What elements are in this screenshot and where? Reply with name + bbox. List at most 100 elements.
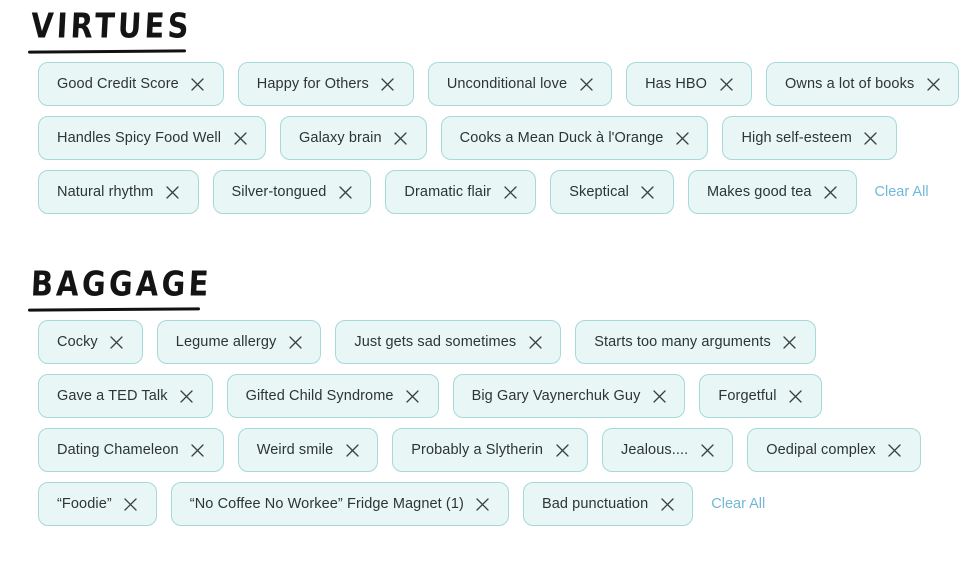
tag-chip[interactable]: Gave a TED Talk (38, 374, 213, 418)
tag-chip-label: “Foodie” (57, 495, 112, 512)
tag-chip-label: Weird smile (256, 441, 334, 458)
tag-chip[interactable]: Makes good tea (687, 170, 857, 214)
tag-chip-label: Just gets sad sometimes (354, 333, 517, 350)
tag-chip[interactable]: Dating Chameleon (38, 428, 224, 472)
close-icon[interactable] (700, 443, 714, 457)
tag-chip[interactable]: High self-esteem (722, 116, 897, 160)
virtues-chip-rows: Good Credit Score Happy for Others Uncondi… (0, 62, 960, 214)
tag-chip-label: Silver-tongued (231, 183, 327, 200)
close-icon[interactable] (476, 497, 490, 511)
close-icon[interactable] (503, 185, 517, 199)
close-icon[interactable] (824, 185, 838, 199)
close-icon[interactable] (394, 131, 408, 145)
tag-chip-label: Legume allergy (175, 333, 277, 350)
tag-chip[interactable]: Cocky (38, 320, 143, 364)
tag-chip-label: Starts too many arguments (594, 333, 771, 350)
tag-chip[interactable]: Forgetful (699, 374, 822, 418)
tag-chip-label: Oedipal complex (766, 441, 876, 458)
baggage-heading-wrap: BAGGAGE (0, 258, 960, 320)
tag-chip[interactable]: Starts too many arguments (575, 320, 816, 364)
close-icon[interactable] (789, 389, 803, 403)
close-icon[interactable] (926, 77, 940, 91)
tag-chip-label: Probably a Slytherin (411, 441, 544, 458)
tag-chip[interactable]: Skeptical (550, 170, 674, 214)
virtues-heading-wrap: VIRTUES (0, 0, 960, 62)
close-icon[interactable] (288, 335, 302, 349)
tag-chip-label: Jealous.... (621, 441, 689, 458)
tag-chip[interactable]: Owns a lot of books (766, 62, 960, 106)
tag-chip-label: Gave a TED Talk (57, 387, 168, 404)
tag-chip-label: Dating Chameleon (57, 441, 179, 458)
tag-chip[interactable]: “No Coffee No Workee” Fridge Magnet (1) (170, 482, 509, 526)
tag-chip[interactable]: Happy for Others (237, 62, 414, 106)
tag-chip[interactable]: Natural rhythm (38, 170, 199, 214)
tag-chip[interactable]: Handles Spicy Food Well (38, 116, 267, 160)
close-icon[interactable] (124, 497, 138, 511)
close-icon[interactable] (652, 389, 666, 403)
close-icon[interactable] (345, 443, 359, 457)
close-icon[interactable] (864, 131, 878, 145)
tag-chip[interactable]: Has HBO (626, 62, 753, 106)
tag-chip-label: “No Coffee No Workee” Fridge Magnet (1) (189, 495, 464, 512)
tag-chip-label: Bad punctuation (541, 495, 649, 512)
close-icon[interactable] (783, 335, 797, 349)
tag-chip-label: Has HBO (645, 75, 708, 92)
close-icon[interactable] (888, 443, 902, 457)
tag-chip[interactable]: Gifted Child Syndrome (226, 374, 439, 418)
tag-chip[interactable]: Bad punctuation (522, 482, 694, 526)
close-icon[interactable] (110, 335, 124, 349)
close-icon[interactable] (641, 185, 655, 199)
tag-chip[interactable]: Galaxy brain (280, 116, 427, 160)
chip-row: Gave a TED Talk Gifted Child Syndrome Big … (38, 374, 940, 418)
section-baggage: BAGGAGE Cocky Legume allergy Just gets sad… (0, 258, 960, 536)
tag-chip-label: Good Credit Score (57, 75, 179, 92)
close-icon[interactable] (166, 185, 180, 199)
chip-row: Natural rhythm Silver-tongued Dramatic fla… (38, 170, 940, 214)
tag-chip[interactable]: Dramatic flair (385, 170, 537, 214)
close-icon[interactable] (528, 335, 542, 349)
virtues-heading-underline (27, 49, 187, 54)
chip-row: “Foodie” “No Coffee No Workee” Fridge Mag… (38, 482, 940, 526)
close-icon[interactable] (191, 443, 205, 457)
close-icon[interactable] (338, 185, 352, 199)
tag-chip-label: Cooks a Mean Duck à l'Orange (459, 129, 664, 146)
close-icon[interactable] (660, 497, 674, 511)
tag-chip-label: Happy for Others (256, 75, 369, 92)
tags-page: VIRTUES Good Credit Score Happy for Other… (0, 0, 960, 564)
close-icon[interactable] (675, 131, 689, 145)
tag-chip-label: High self-esteem (741, 129, 852, 146)
tag-chip[interactable]: Big Gary Vaynerchuk Guy (452, 374, 686, 418)
close-icon[interactable] (579, 77, 593, 91)
close-icon[interactable] (406, 389, 420, 403)
close-icon[interactable] (381, 77, 395, 91)
tag-chip-label: Natural rhythm (57, 183, 154, 200)
tag-chip[interactable]: “Foodie” (38, 482, 157, 526)
section-virtues: VIRTUES Good Credit Score Happy for Other… (0, 0, 960, 224)
tag-chip[interactable]: Legume allergy (156, 320, 322, 364)
clear-all-link[interactable]: Clear All (707, 497, 765, 512)
tag-chip[interactable]: Cooks a Mean Duck à l'Orange (440, 116, 709, 160)
tag-chip-label: Makes good tea (706, 183, 812, 200)
tag-chip[interactable]: Oedipal complex (747, 428, 921, 472)
tag-chip[interactable]: Silver-tongued (212, 170, 372, 214)
chip-row: Handles Spicy Food Well Galaxy brain Cooks… (38, 116, 940, 160)
tag-chip[interactable]: Just gets sad sometimes (335, 320, 562, 364)
page-title-virtues: VIRTUES (30, 5, 193, 47)
tag-chip-label: Handles Spicy Food Well (57, 129, 222, 146)
tag-chip[interactable]: Probably a Slytherin (392, 428, 589, 472)
clear-all-link[interactable]: Clear All (871, 185, 929, 200)
tag-chip[interactable]: Unconditional love (427, 62, 613, 106)
tag-chip-label: Galaxy brain (299, 129, 382, 146)
tag-chip-label: Gifted Child Syndrome (245, 387, 394, 404)
tag-chip[interactable]: Good Credit Score (38, 62, 224, 106)
tag-chip-label: Unconditional love (446, 75, 568, 92)
close-icon[interactable] (180, 389, 194, 403)
close-icon[interactable] (191, 77, 205, 91)
close-icon[interactable] (719, 77, 733, 91)
tag-chip[interactable]: Jealous.... (602, 428, 734, 472)
close-icon[interactable] (233, 131, 247, 145)
baggage-heading-underline (27, 307, 201, 312)
chip-row: Good Credit Score Happy for Others Uncondi… (38, 62, 960, 106)
close-icon[interactable] (555, 443, 569, 457)
tag-chip[interactable]: Weird smile (237, 428, 379, 472)
